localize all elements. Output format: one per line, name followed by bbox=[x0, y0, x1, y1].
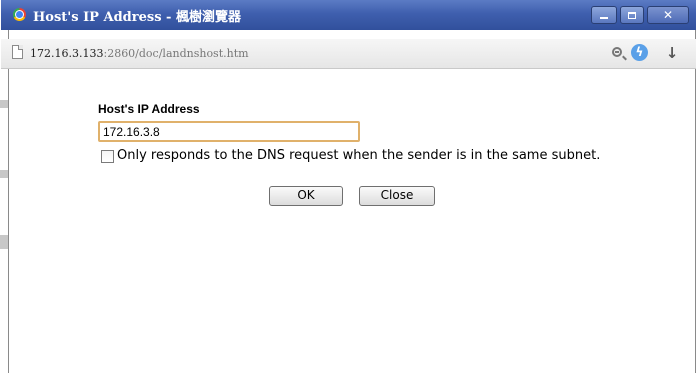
close-icon: ✕ bbox=[662, 8, 674, 22]
bolt-icon[interactable]: ϟ bbox=[631, 44, 648, 61]
background-strip bbox=[0, 235, 8, 249]
browser-logo-icon bbox=[13, 8, 26, 21]
ok-button[interactable]: OK bbox=[269, 186, 343, 206]
close-button[interactable]: Close bbox=[359, 186, 435, 206]
minimize-icon bbox=[600, 17, 608, 19]
window-title: Host's IP Address - 楓樹瀏覽器 bbox=[33, 10, 241, 25]
url-path: :2860/doc/landnshost.htm bbox=[103, 47, 249, 60]
same-subnet-label: Only responds to the DNS request when th… bbox=[117, 148, 601, 163]
background-strip bbox=[0, 170, 8, 178]
maximize-button[interactable] bbox=[620, 6, 644, 24]
close-window-button[interactable]: ✕ bbox=[647, 6, 689, 24]
page-icon bbox=[12, 45, 23, 59]
url-host: 172.16.3.133 bbox=[30, 47, 104, 60]
address-bar[interactable]: 172.16.3.133:2860/doc/landnshost.htm ϟ ↓ bbox=[1, 39, 696, 69]
minimize-button[interactable] bbox=[591, 6, 617, 24]
ip-address-label: Host's IP Address bbox=[98, 102, 200, 116]
page-content: Host's IP Address Only responds to the D… bbox=[9, 69, 695, 373]
ip-address-input[interactable] bbox=[98, 121, 360, 142]
popup-window: Host's IP Address - 楓樹瀏覽器 ✕ 172.16.3.133… bbox=[1, 0, 696, 373]
background-strip bbox=[0, 100, 8, 108]
maximize-icon bbox=[628, 12, 636, 19]
title-bar[interactable]: Host's IP Address - 楓樹瀏覽器 ✕ bbox=[1, 0, 696, 30]
download-icon[interactable]: ↓ bbox=[665, 45, 679, 61]
zoom-icon[interactable] bbox=[612, 47, 622, 57]
url-text[interactable]: 172.16.3.133:2860/doc/landnshost.htm bbox=[30, 47, 249, 60]
